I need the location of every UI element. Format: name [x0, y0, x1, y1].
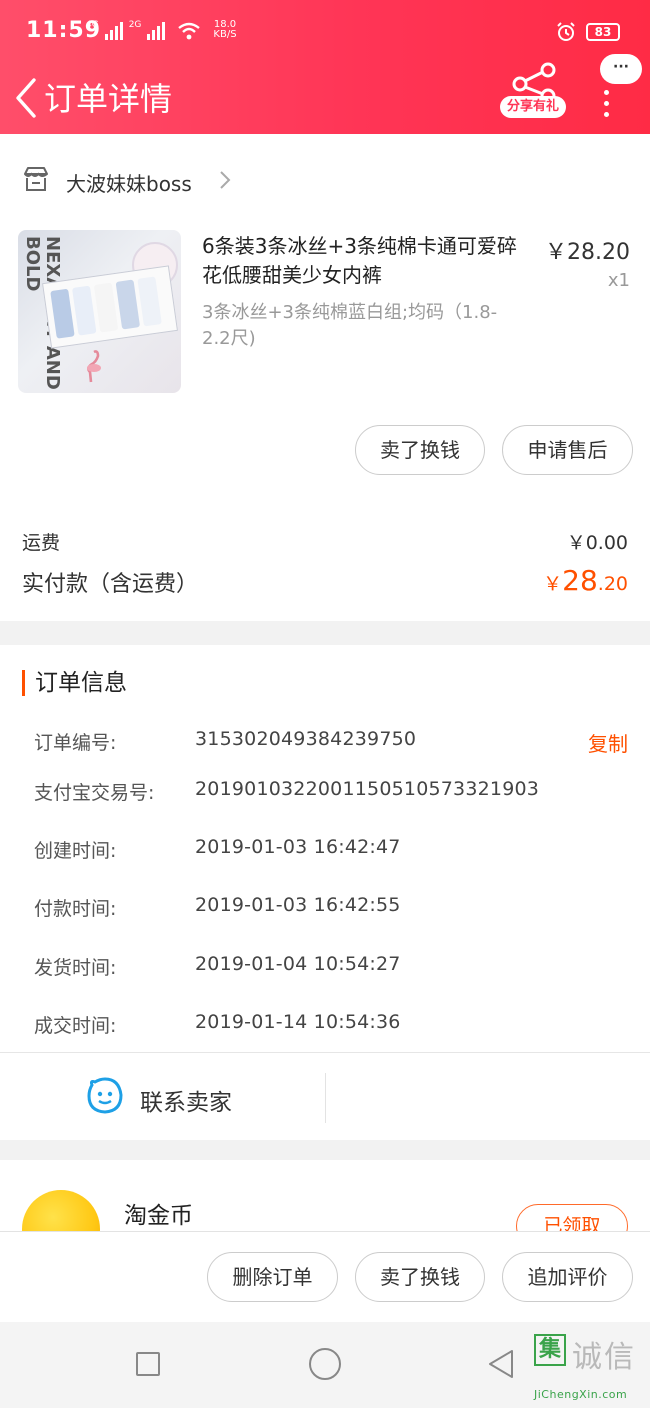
product-title[interactable]: 6条装3条冰丝+3条纯棉卡通可爱碎花低腰甜美少女内裤 [202, 232, 536, 290]
message-bubble-icon: ··· [600, 54, 642, 84]
order-info-key: 发货时间: [34, 957, 117, 979]
order-info-key: 支付宝交易号: [34, 782, 155, 804]
order-info-key: 成交时间: [34, 1015, 117, 1037]
sell-for-cash-button[interactable]: 卖了换钱 [355, 1252, 485, 1302]
section-divider [0, 1140, 650, 1160]
store-icon [24, 167, 48, 191]
status-right: 83 [556, 22, 620, 42]
product-image[interactable]: NEXA GHT AND BOLD [18, 230, 181, 393]
status-bar: 11:59 4G 2G 18.0 KB/S 83 [0, 0, 650, 66]
app-header: 11:59 4G 2G 18.0 KB/S 83 订单详情 分享有礼 ··· [0, 0, 650, 134]
contact-bar: 联系卖家 [0, 1052, 650, 1140]
order-info-row: 成交时间: 2019-01-14 10:54:36 [34, 1011, 634, 1041]
order-info-row: 支付宝交易号: 2019010322001150510573321903 [34, 778, 634, 808]
order-info-title: 订单信息 [22, 670, 127, 696]
share-label: 分享有礼 [500, 96, 566, 118]
order-info-value: 2019010322001150510573321903 [195, 778, 540, 800]
order-info-key: 创建时间: [34, 840, 117, 862]
bottom-action-bar: 删除订单 卖了换钱 追加评价 [0, 1231, 650, 1322]
order-info-row: 订单编号: 315302049384239750 [34, 728, 634, 758]
product-spec: 3条冰丝+3条纯棉蓝白组;均码（1.8-2.2尺) [202, 302, 498, 349]
divider [325, 1073, 326, 1123]
status-network-icons: 4G 2G 18.0 KB/S [86, 20, 237, 40]
order-info-row: 发货时间: 2019-01-04 10:54:27 [34, 953, 634, 983]
order-info-value: 2019-01-14 10:54:36 [195, 1011, 401, 1033]
product-price: ￥28.20 [545, 240, 630, 265]
order-info-row: 创建时间: 2019-01-03 16:42:47 [34, 836, 634, 866]
paid-currency: ￥ [543, 573, 563, 595]
speed-unit: KB/S [213, 29, 237, 40]
watermark-url: JiChengXin.com [534, 1388, 628, 1401]
signal-icon [104, 22, 123, 40]
more-button[interactable]: ··· [598, 54, 644, 134]
coin-icon [22, 1190, 100, 1232]
watermark-logo: 集 [534, 1334, 566, 1366]
paid-amount: ￥28.20 [543, 564, 628, 597]
shop-row[interactable]: 大波妹妹boss [0, 134, 650, 218]
order-info-value: 2019-01-03 16:42:55 [195, 894, 401, 916]
share-button[interactable]: 分享有礼 [500, 62, 566, 126]
paid-label: 实付款（含运费） [22, 572, 199, 597]
battery-icon: 83 [586, 23, 620, 41]
order-info-key: 付款时间: [34, 898, 117, 920]
coin-section: 淘金币 已领取 [0, 1160, 650, 1232]
order-info-key: 订单编号: [34, 732, 117, 754]
shop-name: 大波妹妹boss [66, 172, 192, 196]
alarm-icon [557, 22, 575, 41]
page-title: 订单详情 [44, 80, 173, 118]
order-info-value: 2019-01-03 16:42:47 [195, 836, 401, 858]
product-quantity: x1 [607, 270, 630, 291]
delete-order-button[interactable]: 删除订单 [207, 1252, 338, 1302]
network-1-label: 4G [86, 20, 99, 30]
back-icon[interactable] [10, 76, 46, 120]
chevron-right-icon [220, 171, 231, 189]
back-nav-icon[interactable] [486, 1348, 516, 1380]
section-divider [0, 621, 650, 645]
wifi-icon [178, 22, 201, 40]
coin-title: 淘金币 [124, 1203, 193, 1229]
coin-claimed-button[interactable]: 已领取 [516, 1204, 628, 1232]
order-info-row: 付款时间: 2019-01-03 16:42:55 [34, 894, 634, 924]
shipping-value: ￥0.00 [566, 532, 628, 554]
order-info-value[interactable]: 315302049384239750 [195, 728, 416, 750]
shipping-label: 运费 [22, 532, 61, 554]
add-review-button[interactable]: 追加评价 [502, 1252, 633, 1302]
recent-apps-icon[interactable] [136, 1352, 160, 1376]
contact-seller-button[interactable]: 联系卖家 [140, 1083, 232, 1117]
paid-decimal: .20 [597, 573, 628, 595]
watermark-text: 诚信 [572, 1340, 636, 1375]
signal-icon [147, 22, 166, 40]
watermark: 集 诚信 JiChengXin.com [534, 1330, 648, 1406]
network-2-label: 2G [128, 20, 142, 30]
order-info-value: 2019-01-04 10:54:27 [195, 953, 401, 975]
home-icon[interactable] [309, 1348, 341, 1380]
more-dots-icon [604, 90, 610, 123]
sell-for-cash-button[interactable]: 卖了换钱 [355, 425, 485, 475]
paid-integer: 28 [562, 564, 598, 597]
nav-bar: 订单详情 分享有礼 ··· [0, 54, 650, 134]
flamingo-icon [87, 350, 101, 383]
after-sales-button[interactable]: 申请售后 [502, 425, 633, 475]
chat-face-icon [87, 1077, 123, 1114]
network-speed: 18.0 KB/S [213, 20, 236, 40]
